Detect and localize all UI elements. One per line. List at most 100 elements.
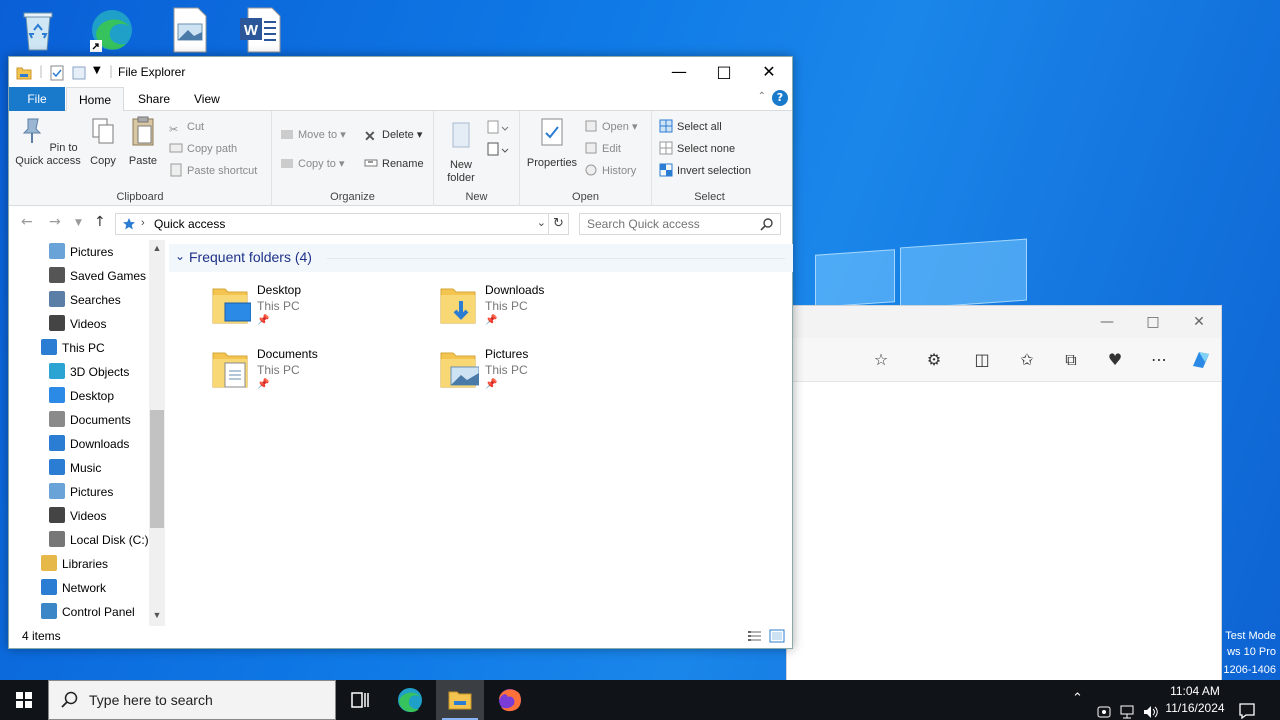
nav-item[interactable]: This PC — [41, 336, 105, 360]
breadcrumb-quick-access[interactable]: Quick access — [154, 217, 225, 231]
back-arrow-icon[interactable]: ← — [21, 214, 33, 230]
easy-access-icon[interactable] — [486, 141, 510, 159]
paste-shortcut-button[interactable]: Paste shortcut — [169, 162, 257, 180]
search-box[interactable] — [579, 213, 781, 235]
nav-item[interactable]: Pictures — [49, 480, 113, 504]
taskbar-search[interactable]: Type here to search — [48, 680, 336, 720]
volume-icon[interactable] — [1142, 692, 1160, 720]
forward-arrow-icon[interactable]: → — [49, 214, 61, 230]
folder-tile[interactable]: Documents This PC 📌 — [211, 347, 411, 403]
edge-minimize-icon[interactable]: — — [1097, 312, 1117, 332]
details-view-icon[interactable] — [747, 629, 763, 643]
close-icon[interactable]: ✕ — [746, 57, 792, 87]
folder-tile[interactable]: Pictures This PC 📌 — [439, 347, 639, 403]
new-item-icon[interactable] — [486, 119, 510, 137]
customize-quick-access-icon[interactable]: ▼ — [93, 65, 101, 76]
edge-shortcut-icon[interactable] — [86, 6, 134, 54]
copy-button[interactable]: Copy — [85, 115, 121, 168]
show-hidden-icons-icon[interactable]: ⌃ — [1072, 690, 1083, 720]
rename-button[interactable]: Rename — [364, 155, 424, 173]
explorer-titlebar[interactable]: | ▼ | File Explorer — □ ✕ — [9, 57, 792, 87]
browser-essentials-icon[interactable]: ♥ — [1104, 349, 1126, 371]
edge-titlebar[interactable]: — □ ✕ — [787, 306, 1221, 338]
meet-now-icon[interactable] — [1096, 692, 1112, 720]
split-screen-icon[interactable]: ◫ — [971, 349, 993, 371]
nav-item[interactable]: Downloads — [49, 432, 129, 456]
network-icon[interactable] — [1119, 692, 1135, 720]
taskbar-file-explorer[interactable] — [436, 680, 484, 720]
favorites-icon[interactable]: ✩ — [1016, 349, 1038, 371]
task-view-icon[interactable] — [336, 680, 384, 720]
nav-item[interactable]: Videos — [49, 312, 106, 336]
nav-item[interactable]: Music — [49, 456, 101, 480]
cut-button[interactable]: ✂ Cut — [169, 118, 204, 136]
up-arrow-icon[interactable]: ↑ — [94, 214, 106, 230]
scroll-down-icon[interactable]: ▼ — [149, 610, 165, 620]
edge-maximize-icon[interactable]: □ — [1143, 312, 1163, 332]
file-explorer-window[interactable]: | ▼ | File Explorer — □ ✕ File Home Shar… — [8, 56, 793, 649]
address-dropdown-icon[interactable]: ⌄ — [537, 216, 546, 229]
word-document-icon[interactable]: W — [236, 6, 284, 54]
taskbar-clock[interactable]: 11:04 AM 11/16/2024 — [1160, 683, 1230, 717]
folder-tile[interactable]: Downloads This PC 📌 — [439, 283, 639, 339]
taskbar-edge[interactable] — [386, 680, 434, 720]
copilot-icon[interactable] — [1189, 348, 1213, 372]
nav-item[interactable]: Pictures — [49, 240, 113, 264]
nav-item[interactable]: Videos — [49, 504, 106, 528]
nav-item[interactable]: Libraries — [41, 552, 108, 576]
taskbar-firefox[interactable] — [486, 680, 534, 720]
maximize-icon[interactable]: □ — [701, 57, 747, 87]
copy-to-button[interactable]: Copy to ▾ — [280, 155, 345, 173]
delete-button[interactable]: ✕ Delete ▾ — [364, 126, 422, 144]
tab-home[interactable]: Home — [66, 87, 125, 112]
address-bar[interactable]: › Quick access ⌄ — [115, 213, 549, 235]
scroll-up-icon[interactable]: ▲ — [149, 243, 165, 253]
move-to-button[interactable]: Move to ▾ — [280, 126, 346, 144]
tab-file[interactable]: File — [9, 87, 65, 111]
copy-path-button[interactable]: Copy path — [169, 140, 237, 158]
invert-selection-button[interactable]: Invert selection — [659, 162, 751, 180]
open-button[interactable]: Open ▾ — [584, 118, 638, 136]
history-button[interactable]: History — [584, 162, 636, 180]
edge-close-icon[interactable]: ✕ — [1189, 312, 1209, 332]
paste-button[interactable]: Paste — [125, 115, 161, 168]
properties-button[interactable]: Properties — [524, 117, 580, 170]
tab-share[interactable]: Share — [126, 87, 182, 111]
tab-view[interactable]: View — [182, 87, 232, 111]
new-folder-quick-icon[interactable] — [71, 65, 87, 81]
nav-scrollbar[interactable]: ▲ ▼ — [149, 240, 165, 626]
edit-button[interactable]: Edit — [584, 140, 621, 158]
extensions-icon[interactable]: ⚙ — [923, 349, 945, 371]
nav-item[interactable]: 3D Objects — [49, 360, 129, 384]
collections-icon[interactable]: ⧉ — [1060, 349, 1082, 371]
favorite-star-icon[interactable]: ☆ — [870, 349, 892, 371]
more-options-icon[interactable]: ⋯ — [1148, 349, 1170, 371]
notifications-icon[interactable] — [1238, 691, 1256, 720]
large-icons-view-icon[interactable] — [769, 629, 785, 643]
nav-item[interactable]: Local Disk (C:) — [49, 528, 149, 552]
nav-item[interactable]: Searches — [49, 288, 121, 312]
frequent-folders-header[interactable]: ⌄ Frequent folders (4) — [169, 244, 793, 272]
recent-locations-icon[interactable]: ▼ — [75, 218, 82, 228]
scroll-thumb[interactable] — [150, 410, 164, 528]
properties-quick-icon[interactable] — [49, 65, 65, 81]
minimize-icon[interactable]: — — [656, 57, 702, 87]
nav-item[interactable]: Documents — [49, 408, 131, 432]
nav-item[interactable]: Saved Games — [49, 264, 146, 288]
breadcrumb-chevron-icon[interactable]: › — [141, 217, 145, 229]
image-file-icon[interactable] — [166, 6, 214, 54]
refresh-icon[interactable]: ↻ — [549, 213, 569, 235]
folder-tile[interactable]: Desktop This PC 📌 — [211, 283, 411, 339]
pin-quick-access-button[interactable]: Pin to Quick access — [13, 115, 83, 168]
start-windows-icon[interactable] — [0, 680, 48, 720]
collapse-group-icon[interactable]: ⌄ — [175, 249, 185, 263]
search-input[interactable] — [587, 214, 757, 234]
nav-item[interactable]: Desktop — [49, 384, 114, 408]
nav-item[interactable]: Control Panel — [41, 600, 135, 624]
help-icon[interactable]: ? — [772, 90, 788, 106]
select-all-button[interactable]: Select all — [659, 118, 722, 136]
new-folder-button[interactable]: New folder — [440, 119, 482, 185]
collapse-ribbon-icon[interactable]: ⌃ — [758, 91, 766, 102]
recycle-bin-icon[interactable] — [14, 6, 62, 54]
nav-item[interactable]: Network — [41, 576, 106, 600]
